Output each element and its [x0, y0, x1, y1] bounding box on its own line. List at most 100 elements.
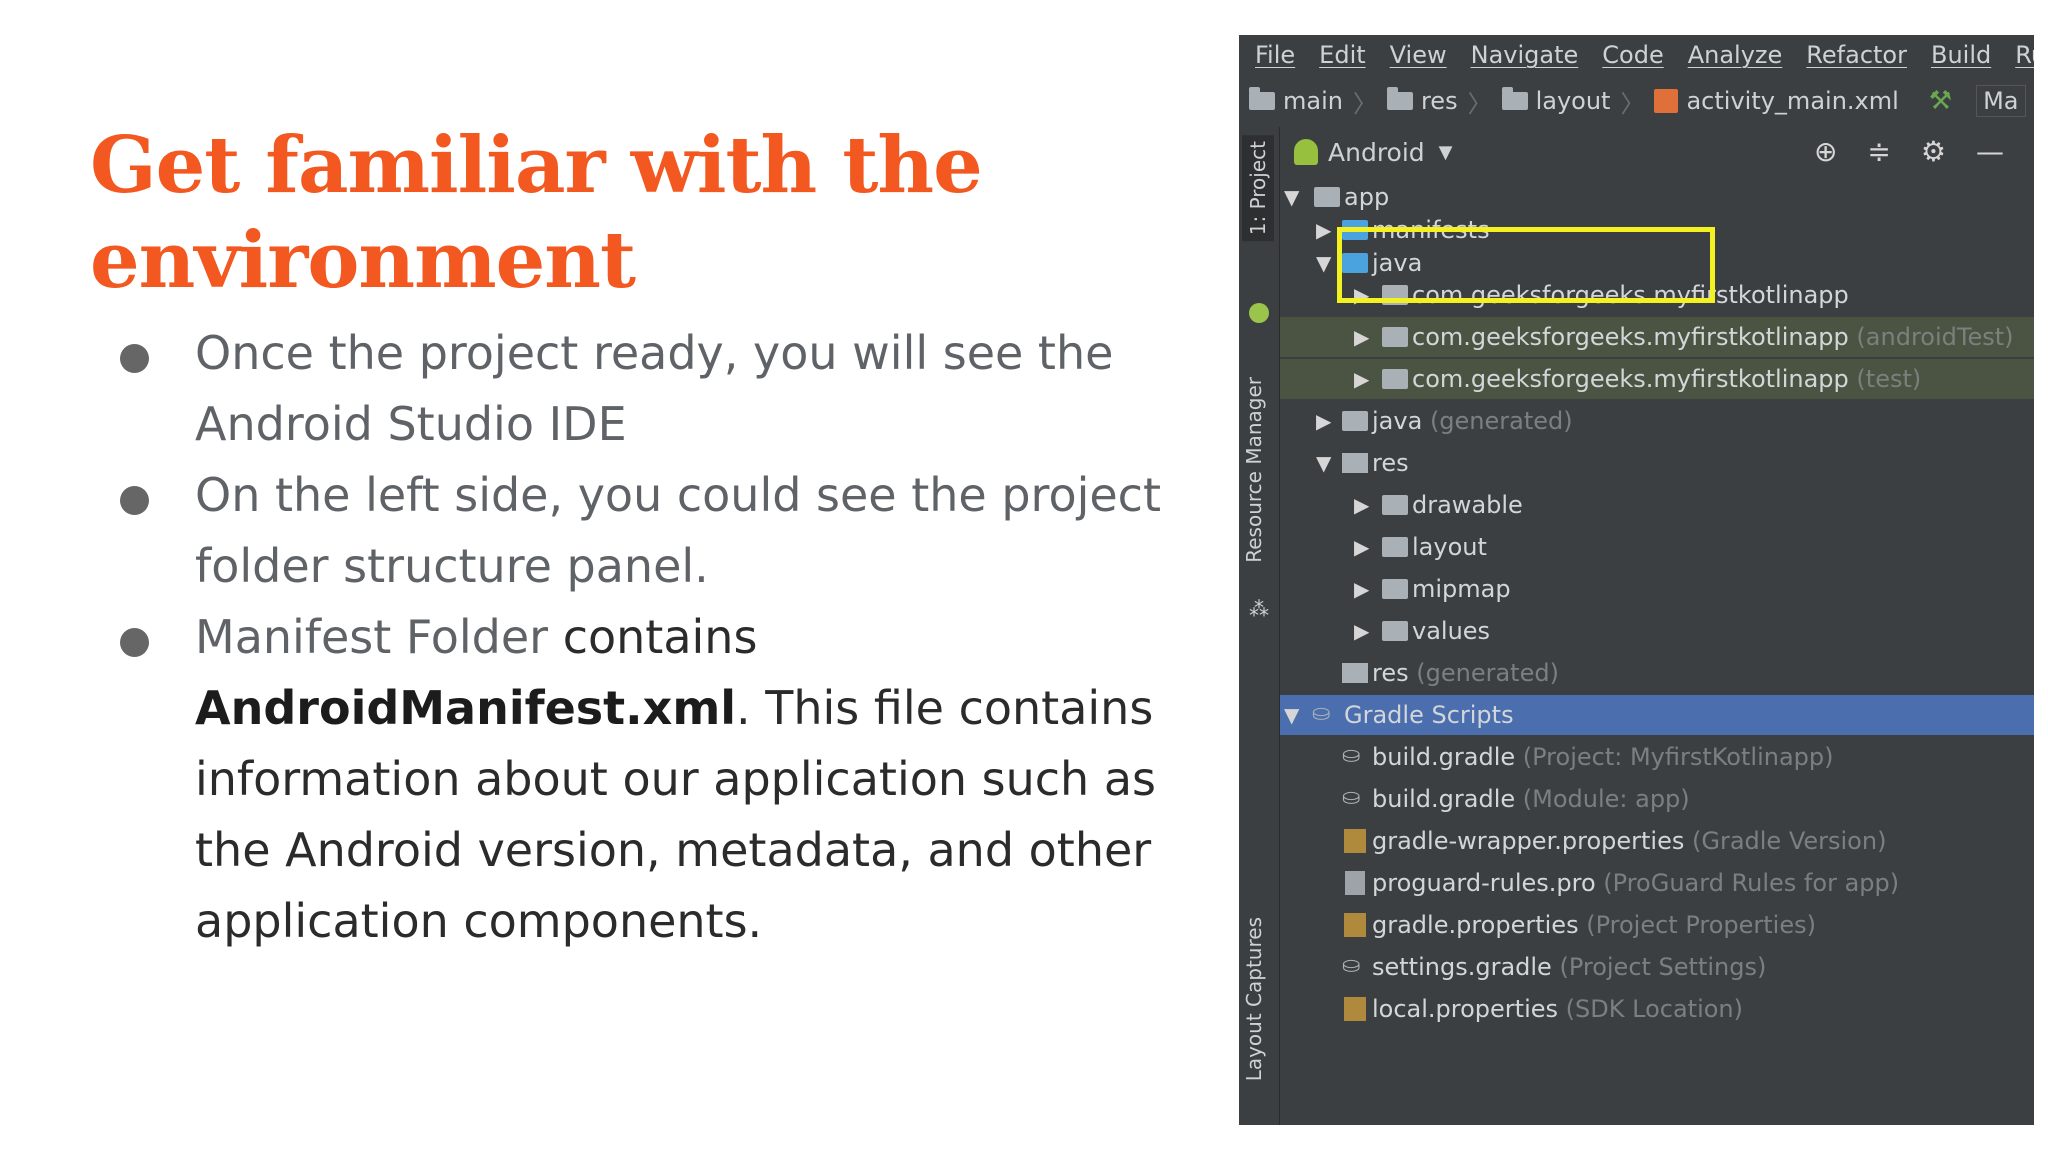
tree-item-package-androidtest[interactable]: ▶ com.geeksforgeeks.myfirstkotlinapp (an… — [1280, 317, 2034, 357]
properties-icon — [1344, 913, 1366, 937]
menu-edit[interactable]: Edit — [1319, 41, 1365, 69]
ide-screenshot: File Edit View Navigate Code Analyze Ref… — [1239, 35, 2034, 1125]
tree-item-gradle-wrapper[interactable]: gradle-wrapper.properties (Gradle Versio… — [1280, 821, 2034, 861]
tab-layout-captures[interactable]: Layout Captures — [1242, 917, 1266, 1081]
menu-run[interactable]: Run — [2015, 41, 2034, 69]
breadcrumb-res[interactable]: res 〉 — [1386, 84, 1492, 119]
tree-label: build.gradle (Module: app) — [1372, 785, 1690, 813]
tree-item-package-test[interactable]: ▶ com.geeksforgeeks.myfirstkotlinapp (te… — [1280, 359, 2034, 399]
tree-label: drawable — [1412, 491, 1523, 519]
tree-item-res[interactable]: ▼ res — [1280, 443, 2034, 483]
chevron-right-icon[interactable]: ▶ — [1316, 409, 1331, 433]
menu-code[interactable]: Code — [1602, 41, 1663, 69]
folder-icon — [1382, 495, 1408, 515]
tree-item-mipmap[interactable]: ▶ mipmap — [1280, 569, 2034, 609]
tree-label: settings.gradle (Project Settings) — [1372, 953, 1767, 981]
tab-label: Layout Captures — [1242, 917, 1266, 1082]
bullet-text-b: contains — [548, 610, 758, 664]
res-folder-icon — [1342, 663, 1368, 683]
chevron-right-icon[interactable]: ▶ — [1354, 367, 1369, 391]
tree-item-local-properties[interactable]: local.properties (SDK Location) — [1280, 989, 2034, 1029]
manifest-filename: AndroidManifest.xml — [195, 681, 737, 735]
breadcrumb-layout[interactable]: layout 〉 — [1501, 84, 1645, 119]
breadcrumb-label: activity_main.xml — [1686, 87, 1899, 115]
tree-item-drawable[interactable]: ▶ drawable — [1280, 485, 2034, 525]
package-icon — [1382, 327, 1408, 347]
tree-label: mipmap — [1412, 575, 1511, 603]
tree-item-res-generated[interactable]: res (generated) — [1280, 653, 2034, 693]
chevron-down-icon[interactable]: ▼ — [1316, 251, 1331, 275]
menu-file[interactable]: File — [1255, 41, 1295, 69]
android-icon — [1249, 303, 1269, 323]
tree-label: gradle.properties (Project Properties) — [1372, 911, 1816, 939]
tree-label: java (generated) — [1372, 407, 1573, 435]
tree-item-values[interactable]: ▶ values — [1280, 611, 2034, 651]
tree-item-settings-gradle[interactable]: ⛀ settings.gradle (Project Settings) — [1280, 947, 2034, 987]
folder-icon — [1386, 87, 1413, 110]
chevron-right-icon[interactable]: ▶ — [1354, 535, 1369, 559]
bullet-text: On the left side, you could see the proj… — [195, 468, 1161, 593]
project-panel-toolbar: Android ▼ ⊕ ≑ ⚙ — — [1280, 127, 2034, 177]
gradle-icon: ⛀ — [1342, 785, 1361, 810]
bullet-text: Once the project ready, you will see the… — [195, 326, 1114, 451]
minimize-icon[interactable]: — — [1976, 135, 2004, 168]
bullet-list: Once the project ready, you will see the… — [118, 318, 1168, 957]
chevron-right-icon[interactable]: ▶ — [1354, 325, 1369, 349]
breadcrumb-label: main — [1283, 87, 1343, 115]
menu-view[interactable]: View — [1390, 41, 1447, 69]
module-folder-icon — [1314, 187, 1340, 207]
tree-item-build-gradle-module[interactable]: ⛀ build.gradle (Module: app) — [1280, 779, 2034, 819]
chevron-right-icon: 〉 — [1620, 89, 1645, 118]
breadcrumb-label: res — [1420, 87, 1458, 115]
chevron-right-icon[interactable]: ▶ — [1354, 577, 1369, 601]
tree-label: app — [1344, 183, 1390, 211]
menu-analyze[interactable]: Analyze — [1688, 41, 1783, 69]
tab-project[interactable]: 1: Project — [1242, 135, 1274, 242]
tree-label: com.geeksforgeeks.myfirstkotlinapp (test… — [1412, 365, 1922, 393]
chevron-right-icon[interactable]: ▶ — [1354, 619, 1369, 643]
text-file-icon — [1345, 871, 1365, 895]
xml-file-icon — [1654, 89, 1679, 113]
tab-label: Resource Manager — [1242, 377, 1266, 563]
collapse-all-icon[interactable]: ≑ — [1867, 135, 1890, 168]
hammer-icon[interactable]: ⚒ — [1929, 86, 1952, 116]
bullet-dot — [120, 486, 149, 515]
chevron-right-icon: 〉 — [1467, 89, 1492, 118]
generated-folder-icon — [1342, 411, 1368, 431]
android-icon — [1294, 139, 1318, 165]
bullet-dot — [120, 344, 149, 373]
tree-item-java-generated[interactable]: ▶ java (generated) — [1280, 401, 2034, 441]
folder-icon — [1382, 579, 1408, 599]
menu-bar: File Edit View Navigate Code Analyze Ref… — [1239, 35, 2034, 75]
tree-label: local.properties (SDK Location) — [1372, 995, 1743, 1023]
chevron-right-icon[interactable]: ▶ — [1316, 218, 1331, 242]
menu-build[interactable]: Build — [1931, 41, 1991, 69]
view-mode-select[interactable]: Android — [1328, 138, 1425, 167]
folder-icon — [1501, 87, 1528, 110]
tree-item-build-gradle-project[interactable]: ⛀ build.gradle (Project: MyfirstKotlinap… — [1280, 737, 2034, 777]
menu-navigate[interactable]: Navigate — [1471, 41, 1579, 69]
chevron-down-icon[interactable]: ▼ — [1284, 185, 1299, 209]
tree-item-gradle-scripts[interactable]: ▼ ⛀ Gradle Scripts — [1280, 695, 2034, 735]
run-config-dropdown[interactable]: Ma — [1976, 85, 2026, 117]
chevron-down-icon[interactable]: ▼ — [1284, 703, 1299, 727]
chevron-down-icon[interactable]: ▼ — [1439, 142, 1453, 163]
gear-icon[interactable]: ⚙ — [1921, 135, 1946, 168]
tree-item-proguard[interactable]: proguard-rules.pro (ProGuard Rules for a… — [1280, 863, 2034, 903]
tree-item-layout[interactable]: ▶ layout — [1280, 527, 2034, 567]
breadcrumb-file[interactable]: activity_main.xml — [1654, 87, 1899, 115]
tab-label: 1: Project — [1246, 141, 1270, 236]
locate-icon[interactable]: ⊕ — [1814, 135, 1837, 168]
chevron-down-icon[interactable]: ▼ — [1316, 451, 1331, 475]
menu-refactor[interactable]: Refactor — [1806, 41, 1907, 69]
breadcrumb-label: layout — [1535, 87, 1611, 115]
tree-label: proguard-rules.pro (ProGuard Rules for a… — [1372, 869, 1900, 897]
breadcrumb-main[interactable]: main 〉 — [1249, 84, 1377, 119]
bullet-dot — [120, 628, 149, 657]
chevron-right-icon[interactable]: ▶ — [1354, 493, 1369, 517]
tree-item-gradle-properties[interactable]: gradle.properties (Project Properties) — [1280, 905, 2034, 945]
properties-icon — [1344, 997, 1366, 1021]
folder-icon — [1382, 537, 1408, 557]
tab-resource-manager[interactable]: Resource Manager — [1242, 377, 1266, 563]
package-icon — [1382, 369, 1408, 389]
